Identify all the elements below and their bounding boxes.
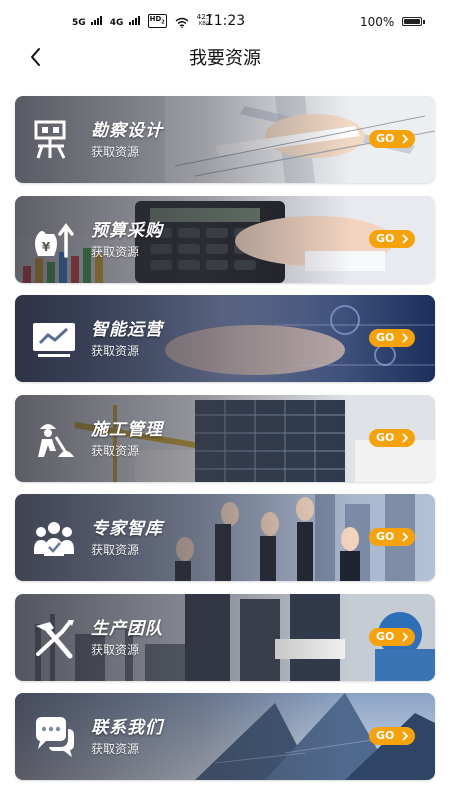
card-subtitle: 获取资源	[91, 443, 140, 458]
battery-icon	[402, 17, 422, 26]
card-smart-operations[interactable]: 智能运营 获取资源 GO	[15, 295, 435, 382]
survey-design-icon	[34, 120, 66, 159]
go-label: GO	[376, 729, 395, 742]
budget-money-icon: ¥	[35, 222, 74, 258]
go-button[interactable]: GO	[369, 428, 415, 447]
go-label: GO	[376, 530, 395, 543]
card-expert-think-tank[interactable]: 专家智库 获取资源 GO	[15, 494, 435, 581]
card-subtitle: 获取资源	[91, 344, 140, 358]
card-survey-design[interactable]: 勘察设计 获取资源 GO	[15, 96, 435, 183]
go-button[interactable]: GO	[369, 627, 415, 646]
page-title: 我要资源	[189, 48, 261, 69]
chevron-right-icon	[402, 134, 409, 144]
chevron-right-icon	[402, 432, 409, 443]
go-label: GO	[376, 430, 395, 444]
tools-icon	[36, 619, 74, 658]
monitor-chart-icon	[33, 323, 75, 357]
card-subtitle: 获取资源	[91, 642, 140, 657]
card-title: 智能运营	[91, 320, 163, 340]
go-button[interactable]: GO	[369, 727, 415, 745]
card-title: 联系我们	[91, 718, 163, 738]
go-button[interactable]: GO	[369, 229, 415, 248]
chat-bubble-icon	[36, 717, 74, 757]
go-button[interactable]: GO	[369, 329, 415, 347]
card-title: 生产团队	[91, 618, 163, 639]
chevron-right-icon	[402, 333, 409, 343]
card-construction-management[interactable]: 施工管理 获取资源 GO	[15, 394, 435, 482]
resource-card-list: 勘察设计 获取资源 GO ¥ 预算采购 获取资源 GO 智能运营 获取资源 GO…	[15, 96, 435, 793]
status-bar: 5G 4G HD2 42.7 KB/s 11:23 100%	[0, 0, 450, 40]
card-production-team[interactable]: 生产团队 获取资源 GO	[15, 593, 435, 681]
worker-icon	[38, 423, 74, 457]
experts-group-icon	[34, 522, 74, 556]
go-button[interactable]: GO	[369, 528, 415, 546]
go-label: GO	[376, 231, 395, 245]
chevron-right-icon	[402, 731, 409, 741]
chevron-right-icon	[402, 532, 409, 542]
card-title: 勘察设计	[91, 121, 163, 141]
card-title: 专家智库	[91, 519, 163, 539]
card-subtitle: 获取资源	[91, 543, 140, 557]
card-title: 预算采购	[91, 220, 163, 241]
card-subtitle: 获取资源	[91, 145, 140, 159]
go-button[interactable]: GO	[369, 130, 415, 148]
svg-text:¥: ¥	[42, 240, 51, 254]
chevron-right-icon	[402, 233, 409, 244]
battery-tip	[423, 20, 425, 24]
nav-bar: 我要资源	[0, 40, 450, 74]
card-title: 施工管理	[91, 419, 163, 440]
chevron-right-icon	[402, 631, 409, 642]
go-label: GO	[376, 331, 395, 344]
card-budget-procurement[interactable]: ¥ 预算采购 获取资源 GO	[15, 195, 435, 283]
battery-percent: 100%	[360, 15, 395, 29]
go-label: GO	[376, 629, 395, 643]
card-contact-us[interactable]: 联系我们 获取资源 GO	[15, 693, 435, 780]
card-subtitle: 获取资源	[91, 742, 140, 756]
go-label: GO	[376, 132, 395, 145]
card-subtitle: 获取资源	[91, 244, 140, 259]
